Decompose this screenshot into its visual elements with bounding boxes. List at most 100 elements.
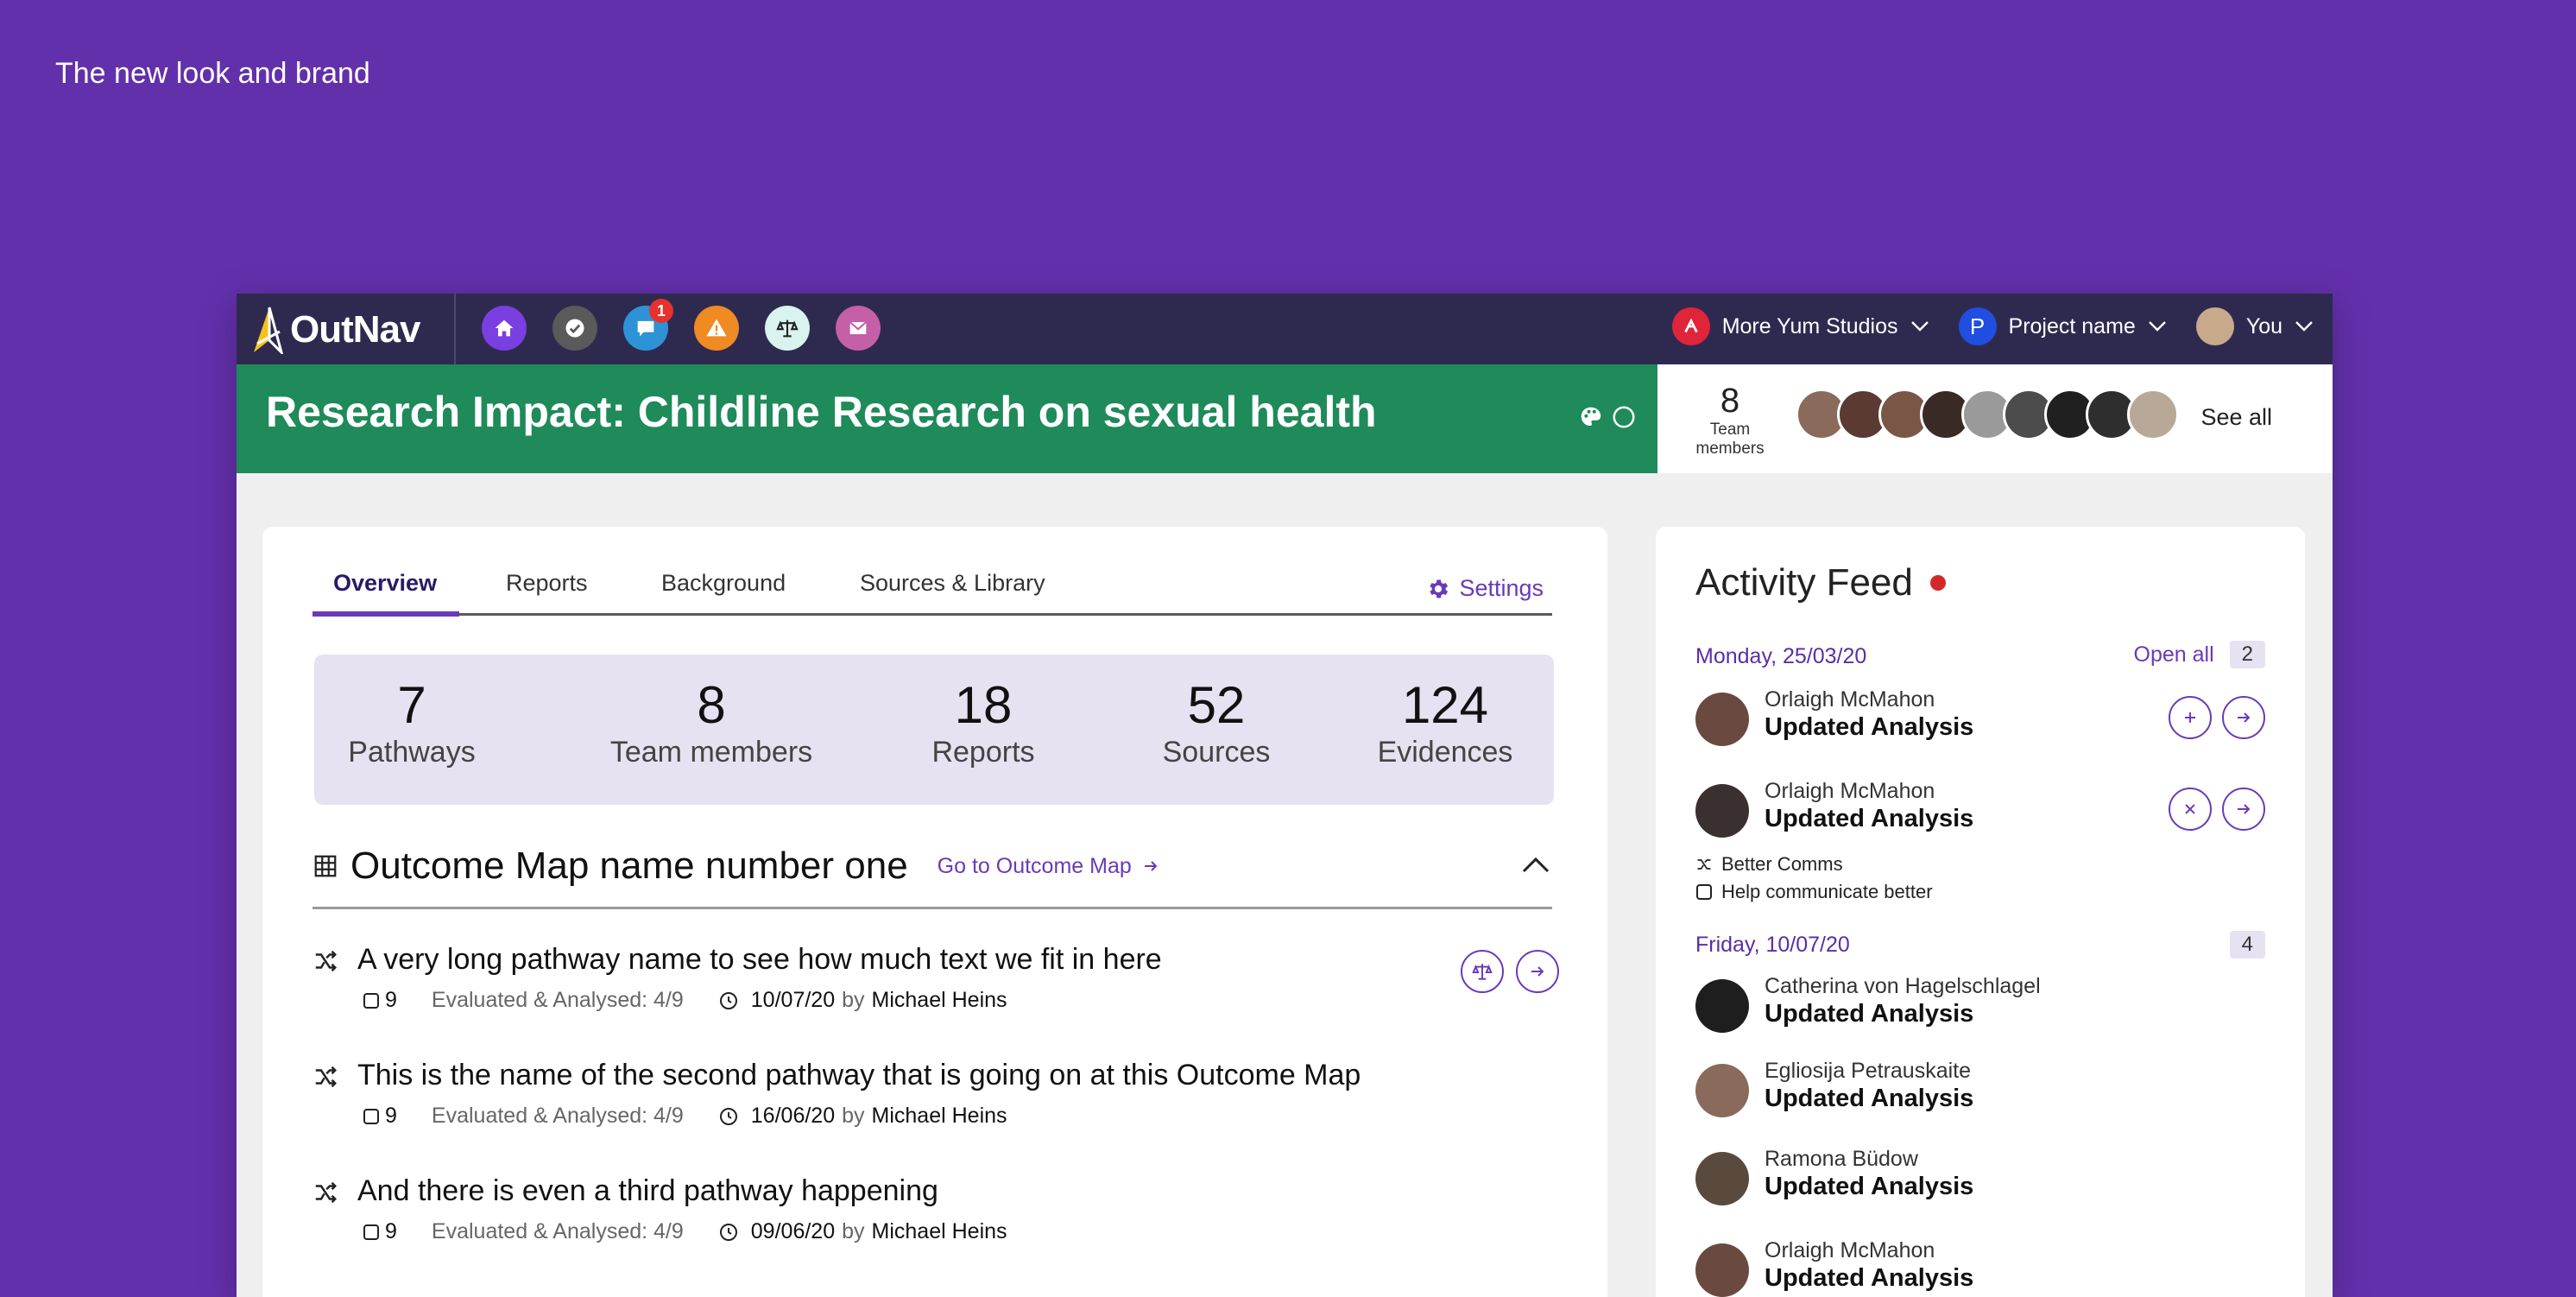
arrow-right-icon xyxy=(1531,966,1544,977)
square-icon xyxy=(363,1224,379,1240)
stat-pathways[interactable]: 7 Pathways xyxy=(347,675,477,769)
pathway-row[interactable]: This is the name of the second pathway t… xyxy=(313,1059,1552,1145)
nav-chat-button[interactable]: 1 xyxy=(623,299,673,351)
feed-item-action: Updated Analysis xyxy=(1765,713,1974,741)
project-switcher[interactable]: P Project name xyxy=(1958,307,2167,345)
nav-warning-button[interactable] xyxy=(694,306,739,351)
pathway-count: 9 xyxy=(385,988,397,1012)
nav-home-button[interactable] xyxy=(482,306,527,351)
feed-item[interactable]: Orlaigh McMahon Updated Analysis xyxy=(1695,1238,2265,1297)
team-strip: 8 Team members See all xyxy=(1657,364,2333,473)
nav-scales-button[interactable] xyxy=(765,306,810,351)
feed-item-outcome-label: Help communicate better xyxy=(1721,881,1933,902)
warning-icon xyxy=(706,319,727,337)
chevron-down-icon xyxy=(2148,321,2166,332)
collapse-chevron-icon[interactable] xyxy=(1521,855,1550,874)
open-item-button[interactable] xyxy=(2222,788,2265,831)
user-name: You xyxy=(2245,313,2282,338)
stat-sources[interactable]: 52 Sources xyxy=(1143,675,1290,769)
feed-item-user: Ramona Büdow xyxy=(1765,1147,1918,1171)
open-all-group: Open all 2 xyxy=(2134,641,2265,668)
feed-item[interactable]: Orlaigh McMahon Updated Analysis xyxy=(1695,687,2265,756)
feed-item[interactable]: Orlaigh McMahon Updated Analysis xyxy=(1695,779,2265,848)
arrow-right-icon xyxy=(2238,804,2251,814)
brand-name: OutNav xyxy=(290,308,420,351)
arrow-right-icon xyxy=(1144,861,1158,871)
feed-day-count-group: 4 xyxy=(2229,931,2265,959)
feed-day-label: Monday, 25/03/20 xyxy=(1695,644,1867,668)
open-pathway-button[interactable] xyxy=(1516,950,1559,993)
clock-icon xyxy=(719,1223,737,1241)
pathway-actions xyxy=(1461,950,1559,993)
tab-bar: Overview Reports Background Sources & Li… xyxy=(313,551,1552,617)
nav-check-button[interactable] xyxy=(552,306,597,351)
outcome-map-divider xyxy=(313,907,1552,909)
open-all-link[interactable]: Open all xyxy=(2134,642,2214,667)
close-icon xyxy=(2185,804,2195,814)
pathway-branch-icon xyxy=(315,1066,338,1088)
pathway-branch-icon xyxy=(315,950,338,972)
settings-button[interactable]: Settings xyxy=(1426,575,1544,602)
team-count-label: Team members xyxy=(1695,421,1765,458)
org-switcher[interactable]: More Yum Studios xyxy=(1671,307,1929,345)
nav-mail-button[interactable] xyxy=(836,306,881,351)
feed-item-actions xyxy=(2169,788,2265,831)
avatar xyxy=(1695,1064,1749,1117)
pathway-branch-icon xyxy=(315,1181,338,1204)
pathway-meta: 9 Evaluated & Analysed: 4/9 10/07/20 by … xyxy=(363,988,1007,1013)
home-icon xyxy=(495,320,514,337)
user-menu[interactable]: You xyxy=(2195,307,2314,345)
outcome-map-header: Outcome Map name number one Go to Outcom… xyxy=(313,845,1159,888)
app-window: OutNav 1 More Yum Studios P Project name… xyxy=(237,294,2333,1297)
go-to-outcome-map-link[interactable]: Go to Outcome Map xyxy=(938,854,1159,879)
feed-item[interactable]: Catherina von Hagelschlagel Updated Anal… xyxy=(1695,974,2265,1043)
pathway-row[interactable]: A very long pathway name to see how much… xyxy=(313,943,1559,1029)
feed-item-action: Updated Analysis xyxy=(1765,1264,1974,1292)
see-all-link[interactable]: See all xyxy=(2200,404,2272,431)
active-tab-indicator xyxy=(313,611,459,617)
brand-logo[interactable]: OutNav xyxy=(250,306,420,354)
scales-icon xyxy=(1472,964,1493,980)
pathway-author: Michael Heins xyxy=(871,988,1007,1012)
palette-icon[interactable] xyxy=(1578,404,1604,430)
tab-sources-library[interactable]: Sources & Library xyxy=(860,570,1045,597)
overview-card: Overview Reports Background Sources & Li… xyxy=(262,527,1607,1297)
pathway-title[interactable]: And there is even a third pathway happen… xyxy=(357,1174,938,1208)
expand-button[interactable] xyxy=(2169,696,2212,739)
stat-value: 7 xyxy=(397,676,426,734)
pathway-title[interactable]: This is the name of the second pathway t… xyxy=(357,1059,1361,1092)
gear-icon xyxy=(1430,579,1449,598)
stat-evidences[interactable]: 124 Evidences xyxy=(1359,675,1531,769)
page-title: Research Impact: Childline Research on s… xyxy=(266,388,1377,436)
feed-item[interactable]: Ramona Büdow Updated Analysis xyxy=(1695,1147,2265,1216)
arrow-right-icon xyxy=(2238,712,2251,723)
feed-item[interactable]: Egliosija Petrauskaite Updated Analysis xyxy=(1695,1059,2265,1128)
pathway-date: 09/06/20 xyxy=(750,1219,836,1243)
tab-overview[interactable]: Overview xyxy=(333,570,437,597)
feed-item-user: Orlaigh McMahon xyxy=(1765,1238,1935,1262)
activity-feed: Activity Feed Monday, 25/03/20 Open all … xyxy=(1656,527,2305,1297)
team-count-number: 8 xyxy=(1720,382,1740,420)
circle-toggle-icon[interactable] xyxy=(1611,404,1637,430)
nav-icon-group: 1 xyxy=(482,299,881,351)
clock-icon xyxy=(719,1107,737,1125)
stat-reports[interactable]: 18 Reports xyxy=(910,675,1057,769)
stat-value: 8 xyxy=(697,676,726,734)
pathway-row[interactable]: And there is even a third pathway happen… xyxy=(313,1174,1552,1261)
collapse-button[interactable] xyxy=(2169,788,2212,831)
team-count: 8 Team members xyxy=(1687,382,1773,459)
tab-reports[interactable]: Reports xyxy=(506,570,588,597)
feed-item-outcome[interactable]: Help communicate better xyxy=(1695,881,1933,903)
stat-label: Pathways xyxy=(348,736,476,769)
activity-feed-title: Activity Feed xyxy=(1695,561,1913,604)
avatar[interactable] xyxy=(2127,389,2179,440)
pathway-title[interactable]: A very long pathway name to see how much… xyxy=(357,943,1162,977)
open-item-button[interactable] xyxy=(2222,696,2265,739)
feed-item-user: Orlaigh McMahon xyxy=(1765,779,1935,803)
feed-item-pathway[interactable]: Better Comms xyxy=(1695,853,1843,876)
tab-background[interactable]: Background xyxy=(661,570,786,597)
evaluate-button[interactable] xyxy=(1461,950,1504,993)
nav-right-group: More Yum Studios P Project name You xyxy=(1671,307,2314,345)
stat-team-members[interactable]: 8 Team members xyxy=(582,675,841,769)
stat-value: 124 xyxy=(1401,676,1489,734)
